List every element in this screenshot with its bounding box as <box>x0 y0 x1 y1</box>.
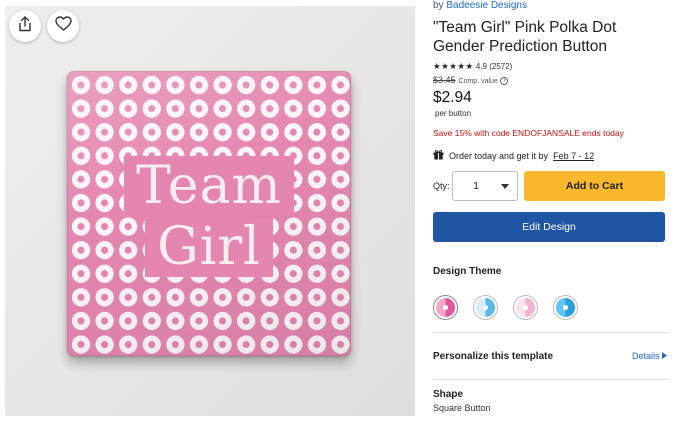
theme-swatch-pink[interactable] <box>433 295 458 320</box>
compare-price: $3.45 <box>433 75 456 85</box>
product-title: "Team Girl" Pink Polka Dot Gender Predic… <box>433 19 617 55</box>
design-theme-swatches <box>433 295 578 320</box>
add-to-cart-button[interactable]: Add to Cart <box>524 171 665 201</box>
chevron-down-icon <box>493 172 517 200</box>
design-theme-title: Design Theme <box>433 266 502 277</box>
shape-title: Shape <box>433 389 464 400</box>
quantity-select[interactable]: 1 <box>452 171 518 201</box>
rating[interactable]: ★★★★★ 4.9 (2572) <box>433 61 512 72</box>
gift-icon <box>433 149 444 162</box>
divider <box>433 332 669 333</box>
button-badge-preview: Team Girl <box>67 71 351 356</box>
current-price: $2.94 <box>433 89 472 106</box>
quantity-label: Qty: <box>433 181 450 191</box>
compare-label: Comp. value <box>458 78 498 85</box>
badge-text-line-2: Girl <box>67 217 351 277</box>
details-link-label: Details <box>632 351 660 361</box>
shop-link[interactable]: Badeesie Designs <box>446 0 527 11</box>
byline: by Badeesie Designs <box>433 0 527 11</box>
byline-prefix: by <box>433 0 444 11</box>
delivery-dates[interactable]: Feb 7 - 12 <box>553 151 594 161</box>
compare-value: $3.45 Comp. value i <box>433 75 509 85</box>
theme-swatch-light-blue[interactable] <box>473 295 498 320</box>
details-link[interactable]: Details <box>632 351 668 361</box>
rating-stars: ★★★★★ <box>433 61 474 71</box>
personalize-title: Personalize this template <box>433 351 554 362</box>
edit-design-button[interactable]: Edit Design <box>433 212 665 242</box>
favorite-button[interactable] <box>47 10 79 42</box>
divider <box>433 379 669 380</box>
chevron-right-icon <box>662 351 668 361</box>
theme-swatch-light-pink[interactable] <box>513 295 538 320</box>
info-icon[interactable]: i <box>500 76 509 85</box>
share-button[interactable] <box>9 10 41 42</box>
badge-text-line-1: Team <box>67 156 351 216</box>
share-icon <box>18 15 32 37</box>
rating-score: 4.9 <box>475 62 487 71</box>
promo-message: Save 15% with code ENDOFJANSALE ends tod… <box>433 128 624 138</box>
shape-value: Square Button <box>433 403 491 413</box>
product-image[interactable]: Team Girl <box>5 6 415 416</box>
price-unit: per button <box>435 109 472 118</box>
rating-count: (2572) <box>489 62 513 71</box>
heart-icon <box>54 16 72 36</box>
quantity-value: 1 <box>473 180 479 192</box>
delivery-text: Order today and get it by <box>449 150 549 161</box>
delivery-estimate: Order today and get it by Feb 7 - 12 <box>433 149 594 162</box>
theme-swatch-blue[interactable] <box>553 295 578 320</box>
